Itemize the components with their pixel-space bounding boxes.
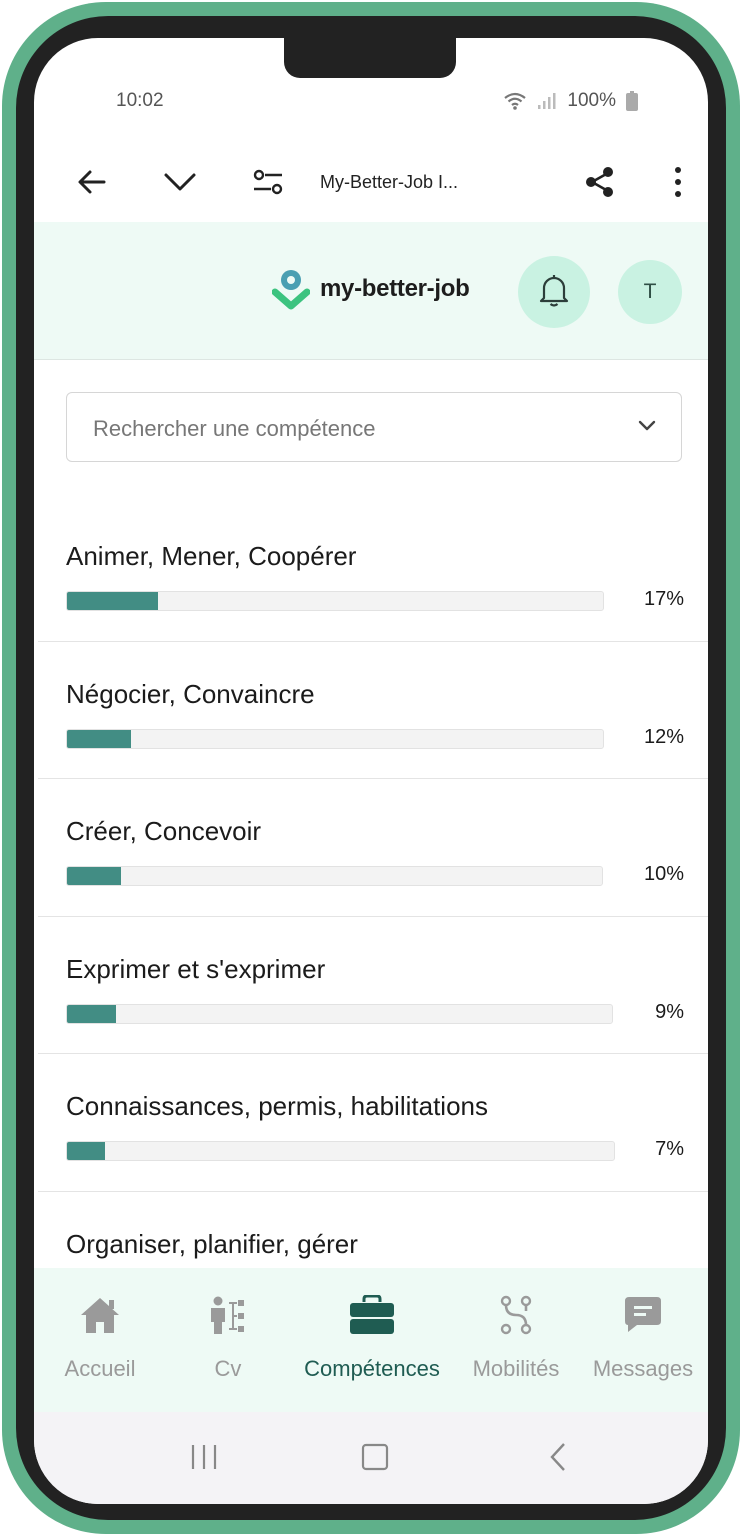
search-placeholder: Rechercher une compétence bbox=[93, 416, 376, 441]
more-options-icon[interactable] bbox=[660, 164, 696, 200]
message-icon bbox=[623, 1294, 663, 1336]
skill-percent: 9% bbox=[655, 1000, 684, 1023]
logo-pin-icon bbox=[272, 268, 310, 310]
battery-icon bbox=[626, 91, 638, 111]
skill-row[interactable]: Animer, Mener, Coopérer 17% bbox=[38, 504, 708, 642]
nav-item-cv[interactable]: Cv bbox=[166, 1268, 290, 1412]
recent-apps-icon[interactable] bbox=[189, 1442, 219, 1477]
nav-label: Mobilités bbox=[472, 1356, 560, 1381]
skill-name: Connaissances, permis, habilitations bbox=[66, 1091, 488, 1121]
nav-item-accueil[interactable]: Accueil bbox=[34, 1268, 166, 1412]
status-time: 10:02 bbox=[116, 90, 164, 111]
app-header: my-better-job T bbox=[34, 222, 708, 360]
share-icon[interactable] bbox=[582, 164, 618, 200]
nav-label: Accueil bbox=[64, 1356, 136, 1381]
status-icons: 100% bbox=[503, 90, 638, 112]
screen: 10:02 100% My-Better-Job I... my-better-… bbox=[34, 38, 708, 1504]
skill-percent: 17% bbox=[643, 588, 684, 610]
briefcase-icon bbox=[349, 1294, 395, 1336]
wifi-icon bbox=[503, 91, 527, 111]
browser-page-title[interactable]: My-Better-Job I... bbox=[320, 172, 458, 193]
page-settings-icon[interactable] bbox=[250, 164, 286, 200]
nav-label: Compétences bbox=[304, 1356, 440, 1381]
bottom-navigation: Accueil Cv Compétences Mobilités Message… bbox=[34, 1268, 708, 1412]
skill-progress-fill bbox=[67, 592, 159, 610]
skill-progress-fill bbox=[67, 867, 121, 885]
skill-progress-fill bbox=[67, 1004, 117, 1023]
skill-row[interactable]: Créer, Concevoir 10% bbox=[38, 779, 708, 917]
back-arrow-icon[interactable] bbox=[74, 164, 110, 200]
nav-item-mobilites[interactable]: Mobilités bbox=[454, 1268, 578, 1412]
chevron-down-icon bbox=[637, 419, 657, 438]
home-button-icon[interactable] bbox=[360, 1442, 390, 1477]
skill-progress-bar bbox=[66, 591, 604, 611]
skills-list: Animer, Mener, Coopérer 17% Négocier, Co… bbox=[38, 504, 708, 1329]
cv-icon bbox=[208, 1294, 248, 1336]
phone-bezel: 10:02 100% My-Better-Job I... my-better-… bbox=[16, 16, 726, 1520]
skill-row[interactable]: Exprimer et s'exprimer 9% bbox=[38, 917, 708, 1054]
skill-progress-fill bbox=[67, 729, 132, 748]
skill-percent: 10% bbox=[643, 863, 684, 885]
skill-progress-bar bbox=[66, 866, 603, 886]
nav-label: Cv bbox=[214, 1356, 242, 1381]
bell-icon bbox=[538, 273, 570, 312]
skill-progress-bar bbox=[66, 728, 604, 749]
browser-toolbar: My-Better-Job I... bbox=[34, 138, 708, 222]
notifications-button[interactable] bbox=[518, 256, 590, 328]
chevron-down-icon[interactable] bbox=[162, 164, 198, 200]
skill-progress-bar bbox=[66, 1141, 615, 1161]
skill-row[interactable]: Connaissances, permis, habilitations 7% bbox=[38, 1054, 708, 1192]
skill-percent: 12% bbox=[643, 725, 684, 748]
skill-search-select[interactable]: Rechercher une compétence bbox=[66, 392, 682, 462]
avatar[interactable]: T bbox=[618, 260, 682, 324]
camera-notch bbox=[284, 38, 456, 78]
skill-progress-fill bbox=[67, 1142, 106, 1160]
home-icon bbox=[79, 1294, 121, 1336]
skill-name: Organiser, planifier, gérer bbox=[66, 1228, 358, 1259]
skill-name: Animer, Mener, Coopérer bbox=[66, 541, 357, 571]
nav-item-competences[interactable]: Compétences bbox=[290, 1268, 454, 1412]
skill-name: Exprimer et s'exprimer bbox=[66, 953, 326, 984]
battery-percent: 100% bbox=[567, 90, 616, 111]
signal-icon bbox=[537, 92, 557, 110]
logo[interactable]: my-better-job bbox=[272, 268, 470, 310]
nav-label: Messages bbox=[592, 1356, 694, 1381]
system-back-icon[interactable] bbox=[544, 1442, 574, 1477]
nav-item-messages[interactable]: Messages bbox=[578, 1268, 708, 1412]
mobility-icon bbox=[499, 1294, 533, 1336]
phone-frame: 10:02 100% My-Better-Job I... my-better-… bbox=[2, 2, 740, 1534]
skill-name: Négocier, Convaincre bbox=[66, 678, 315, 709]
skill-progress-bar bbox=[66, 1003, 613, 1024]
skill-name: Créer, Concevoir bbox=[66, 816, 262, 846]
system-navigation-bar bbox=[34, 1412, 708, 1504]
logo-text: my-better-job bbox=[320, 275, 470, 302]
skill-percent: 7% bbox=[655, 1138, 684, 1160]
skill-row[interactable]: Négocier, Convaincre 12% bbox=[38, 642, 708, 779]
